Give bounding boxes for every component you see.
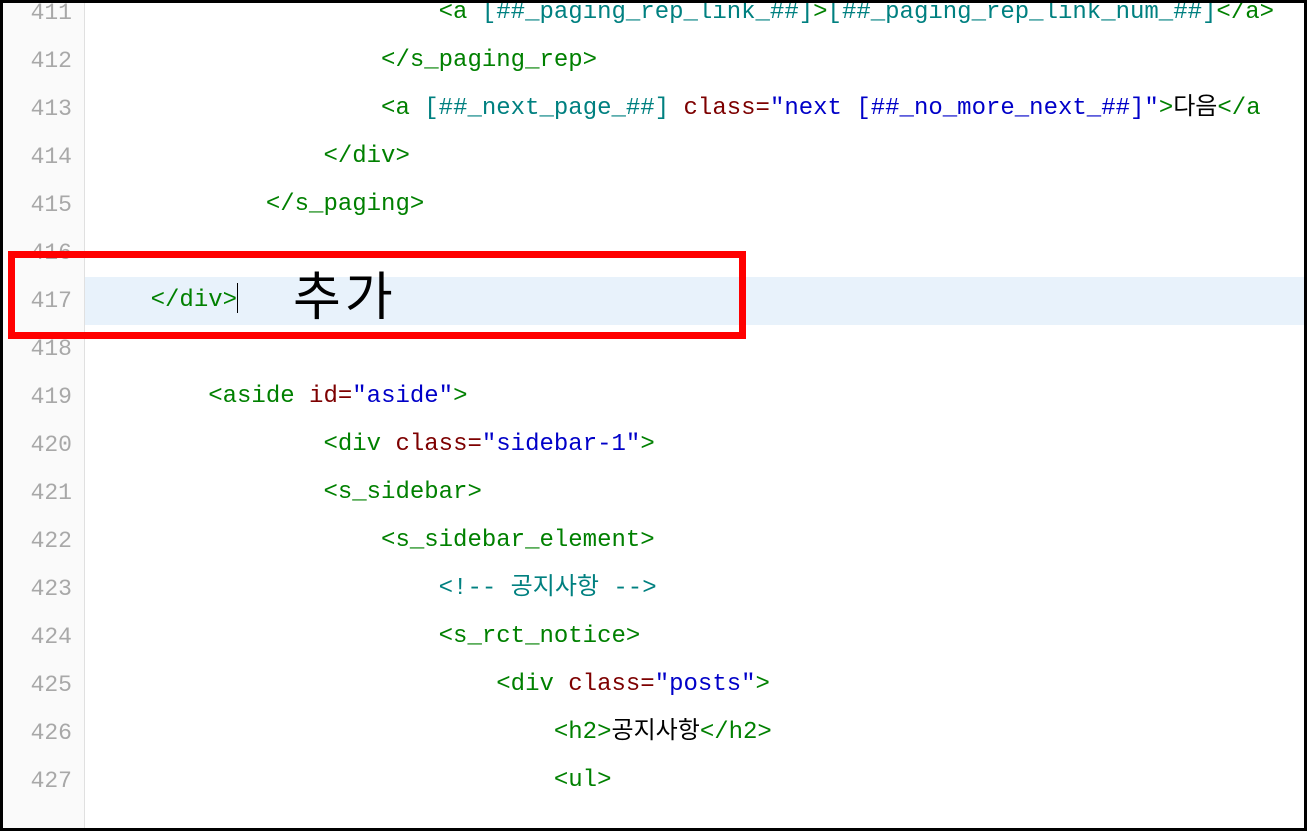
code-token bbox=[381, 431, 395, 458]
code-line[interactable]: <s_sidebar_element> bbox=[85, 517, 1304, 565]
code-token: <s_rct_notice> bbox=[439, 623, 641, 650]
code-token: > bbox=[640, 431, 654, 458]
line-number: 425 bbox=[3, 661, 84, 709]
code-line[interactable]: </s_paging_rep> bbox=[85, 37, 1304, 85]
line-number: 426 bbox=[3, 709, 84, 757]
code-token bbox=[669, 95, 683, 122]
code-editor[interactable]: 4114124134144154164174184194204214224234… bbox=[3, 3, 1304, 828]
code-line[interactable] bbox=[85, 229, 1304, 277]
code-area[interactable]: <a [##_paging_rep_link_##]>[##_paging_re… bbox=[85, 3, 1304, 828]
code-token: [##_paging_rep_link_num_##] bbox=[828, 3, 1217, 26]
code-token bbox=[295, 383, 309, 410]
code-line[interactable]: <a [##_paging_rep_link_##]>[##_paging_re… bbox=[85, 3, 1304, 37]
code-token: </a> bbox=[1216, 3, 1274, 26]
code-token: "sidebar-1" bbox=[482, 431, 640, 458]
code-line[interactable]: <div class="posts"> bbox=[85, 661, 1304, 709]
code-token: class= bbox=[684, 95, 770, 122]
text-cursor bbox=[237, 283, 238, 313]
line-number: 415 bbox=[3, 181, 84, 229]
code-line[interactable]: <h2>공지사항</h2> bbox=[85, 709, 1304, 757]
line-number: 422 bbox=[3, 517, 84, 565]
line-number: 419 bbox=[3, 373, 84, 421]
code-line[interactable] bbox=[85, 325, 1304, 373]
code-token: <aside bbox=[208, 383, 294, 410]
code-token: </h2> bbox=[700, 719, 772, 746]
code-token: <a bbox=[381, 95, 410, 122]
line-number: 414 bbox=[3, 133, 84, 181]
code-token: <a bbox=[439, 3, 468, 26]
code-line[interactable]: <ul> bbox=[85, 757, 1304, 805]
line-number: 416 bbox=[3, 229, 84, 277]
line-number: 423 bbox=[3, 565, 84, 613]
code-token: <h2> bbox=[554, 719, 612, 746]
code-token: <div bbox=[323, 431, 381, 458]
code-token: </s_paging> bbox=[266, 191, 424, 218]
line-number: 417 bbox=[3, 277, 84, 325]
code-token: <s_sidebar> bbox=[323, 479, 481, 506]
code-line[interactable]: <a [##_next_page_##] class="next [##_no_… bbox=[85, 85, 1304, 133]
code-line[interactable]: <div class="sidebar-1"> bbox=[85, 421, 1304, 469]
code-token: "next [##_no_more_next_##]" bbox=[770, 95, 1159, 122]
code-line[interactable]: <s_rct_notice> bbox=[85, 613, 1304, 661]
code-token: > bbox=[756, 671, 770, 698]
line-number: 420 bbox=[3, 421, 84, 469]
code-line[interactable]: </div> bbox=[85, 133, 1304, 181]
code-token: <!-- 공지사항 --> bbox=[439, 575, 657, 602]
code-token: [##_next_page_##] bbox=[424, 95, 669, 122]
code-token bbox=[410, 95, 424, 122]
code-line[interactable]: <!-- 공지사항 --> bbox=[85, 565, 1304, 613]
line-number: 413 bbox=[3, 85, 84, 133]
line-number: 427 bbox=[3, 757, 84, 805]
code-token: [##_paging_rep_link_##] bbox=[482, 3, 813, 26]
code-line[interactable]: <s_sidebar> bbox=[85, 469, 1304, 517]
line-gutter: 4114124134144154164174184194204214224234… bbox=[3, 3, 85, 828]
line-number: 411 bbox=[3, 3, 84, 37]
code-token: id= bbox=[309, 383, 352, 410]
code-token: > bbox=[1159, 95, 1173, 122]
line-number: 424 bbox=[3, 613, 84, 661]
code-token: </s_paging_rep> bbox=[381, 47, 597, 74]
code-line[interactable]: </div> bbox=[85, 277, 1304, 325]
code-token: > bbox=[453, 383, 467, 410]
code-token: </div> bbox=[323, 143, 409, 170]
code-token: class= bbox=[568, 671, 654, 698]
code-token: </a bbox=[1217, 95, 1260, 122]
code-token: 다음 bbox=[1173, 95, 1217, 122]
code-line[interactable]: <aside id="aside"> bbox=[85, 373, 1304, 421]
line-number: 418 bbox=[3, 325, 84, 373]
code-token: > bbox=[813, 3, 827, 26]
code-token: <s_sidebar_element> bbox=[381, 527, 655, 554]
code-token: <ul> bbox=[554, 767, 612, 794]
code-line[interactable]: </s_paging> bbox=[85, 181, 1304, 229]
code-token: <div bbox=[496, 671, 554, 698]
code-token: "aside" bbox=[352, 383, 453, 410]
code-token bbox=[467, 3, 481, 26]
code-token: </div> bbox=[151, 287, 237, 314]
code-token bbox=[554, 671, 568, 698]
line-number: 421 bbox=[3, 469, 84, 517]
code-token: "posts" bbox=[655, 671, 756, 698]
line-number: 412 bbox=[3, 37, 84, 85]
code-token: 공지사항 bbox=[611, 719, 699, 746]
code-token: class= bbox=[395, 431, 481, 458]
